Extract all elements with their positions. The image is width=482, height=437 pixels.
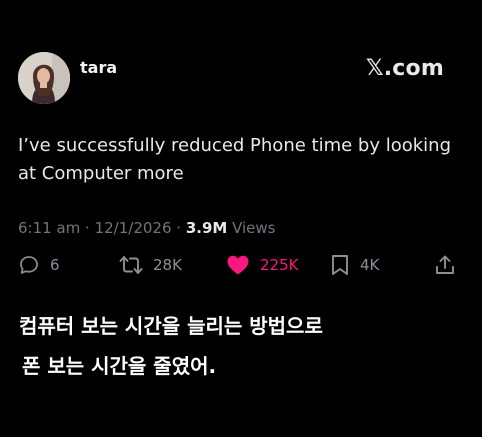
avatar[interactable] [18,52,70,104]
bookmark-icon [332,255,348,275]
share-icon [436,255,454,274]
like-count: 225K [260,256,299,274]
author-block: tara [80,58,117,99]
tweet-card: tara 𝕏.com I’ve successfully reduced Pho… [0,0,482,290]
like-button[interactable]: 225K [226,254,298,276]
heart-icon [227,255,249,275]
caption-line-2: 폰 보는 시간을 줄였어. [22,354,217,378]
meta-separator: · [80,219,95,237]
tweet-text-line: at Computer more [18,163,184,184]
action-bar: 6 28K 225K 4K [0,254,482,284]
tweet-text-line: I’ve successfully reduced Phone time by … [18,135,451,156]
bookmark-count: 4K [360,256,380,274]
reply-count: 6 [50,256,60,274]
tweet-time[interactable]: 6:11 am [18,219,80,237]
tweet-meta: 6:11 am · 12/1/2026 · 3.9M Views [18,219,276,237]
share-button[interactable] [434,254,456,276]
caption-line-1: 컴퓨터 보는 시간을 늘리는 방법으로 [19,314,323,338]
retweet-count: 28K [153,256,182,274]
tweet-text: I’ve successfully reduced Phone time by … [18,132,468,188]
views-label: Views [227,219,276,237]
retweet-button[interactable]: 28K [119,254,182,276]
avatar-photo [18,52,70,104]
author-handle[interactable] [80,85,117,99]
tweet-date[interactable]: 12/1/2026 [95,219,172,237]
author-name[interactable]: tara [80,58,117,77]
x-logo: 𝕏.com [365,56,444,81]
reply-button[interactable]: 6 [18,254,60,276]
bookmark-button[interactable]: 4K [330,254,379,276]
meta-separator: · [171,219,186,237]
retweet-icon [119,256,143,274]
views-count: 3.9M [185,219,228,237]
reply-icon [20,256,38,274]
